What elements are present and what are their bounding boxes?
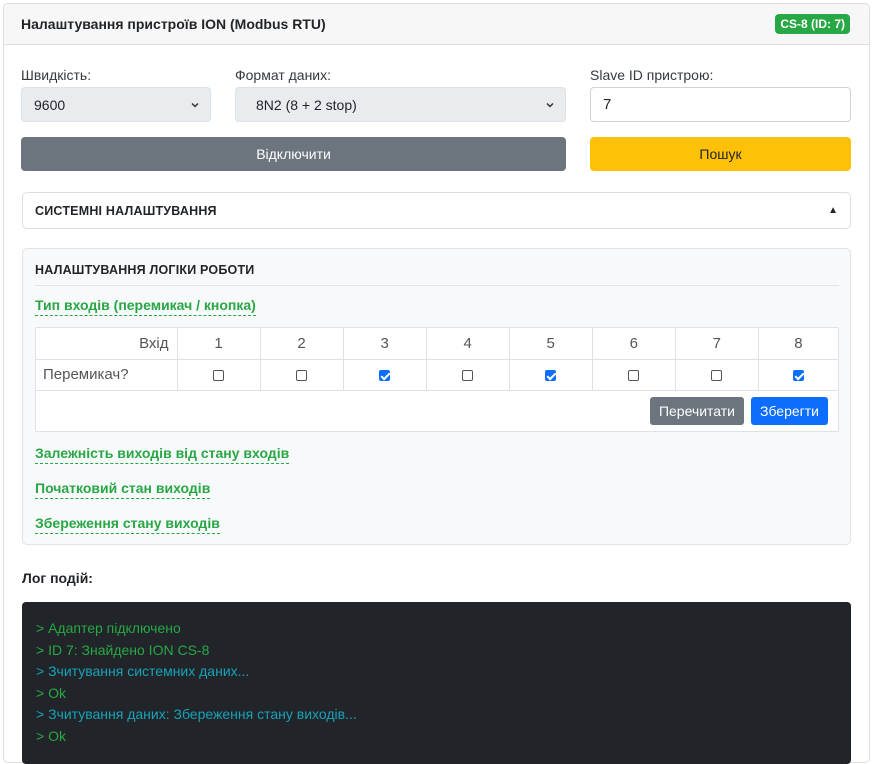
page-title: Налаштування пристроїв ION (Modbus RTU) xyxy=(21,16,326,32)
log-line: > Ok xyxy=(36,684,66,701)
device-badge: CS-8 (ID: 7) xyxy=(775,14,850,34)
switch-checkbox-7[interactable] xyxy=(711,369,723,381)
input-type-table: Вхід 1 2 3 4 5 6 7 8 Перемикач? Перечита… xyxy=(35,327,839,432)
format-label: Формат даних: xyxy=(235,67,332,83)
column-header-7: 7 xyxy=(675,328,759,360)
switch-checkbox-4[interactable] xyxy=(462,369,474,381)
output-state-saving-link[interactable]: Збереження стану виходів xyxy=(35,515,220,534)
column-header-4: 4 xyxy=(426,328,510,360)
log-line: > Адаптер підключено xyxy=(36,620,181,636)
column-header-6: 6 xyxy=(592,328,676,360)
logic-settings-title: НАЛАШТУВАННЯ ЛОГІКИ РОБОТИ xyxy=(35,263,255,277)
input-type-link[interactable]: Тип входів (перемикач / кнопка) xyxy=(35,297,256,316)
system-settings-title: СИСТЕМНІ НАЛАШТУВАННЯ xyxy=(35,203,217,218)
chevron-down-icon xyxy=(191,102,199,108)
speed-select[interactable]: 9600 xyxy=(21,87,211,122)
table-header-row: Вхід 1 2 3 4 5 6 7 8 xyxy=(36,328,838,360)
switch-checkbox-2[interactable] xyxy=(296,369,308,381)
speed-select-value: 9600 xyxy=(34,96,66,113)
column-header-8: 8 xyxy=(758,328,838,360)
slave-id-value: 7 xyxy=(603,96,612,113)
device-settings-card: Налаштування пристроїв ION (Modbus RTU) … xyxy=(3,3,870,764)
initial-output-state-link[interactable]: Початковий стан виходів xyxy=(35,480,211,499)
event-log: > Адаптер підключено > ID 7: Знайдено IO… xyxy=(22,602,851,764)
log-title: Лог подій: xyxy=(22,570,93,586)
log-line: > Зчитування даних: Збереження стану вих… xyxy=(36,706,357,722)
switch-checkbox-8[interactable] xyxy=(792,369,804,381)
speed-label: Швидкість: xyxy=(21,67,92,83)
logic-settings-panel: НАЛАШТУВАННЯ ЛОГІКИ РОБОТИ Тип входів (п… xyxy=(22,248,851,545)
switch-checkbox-3[interactable] xyxy=(379,369,391,381)
chevron-down-icon xyxy=(546,102,554,108)
column-header-5: 5 xyxy=(509,328,593,360)
collapse-up-icon: ▲ xyxy=(828,205,838,216)
row-label-switch: Перемикач? xyxy=(36,359,178,391)
table-actions: Перечитати Зберегти xyxy=(36,391,838,431)
reread-button[interactable]: Перечитати xyxy=(649,396,744,425)
system-settings-toggle[interactable]: СИСТЕМНІ НАЛАШТУВАННЯ ▲ xyxy=(22,192,851,229)
format-select[interactable]: 8N2 (8 + 2 stop) xyxy=(235,87,566,122)
log-line: > Ok xyxy=(36,727,66,744)
column-header-1: 1 xyxy=(177,328,261,360)
slave-id-label: Slave ID пристрою: xyxy=(590,67,714,83)
column-header-2: 2 xyxy=(260,328,344,360)
divider xyxy=(35,285,839,286)
switch-checkbox-5[interactable] xyxy=(545,369,557,381)
disconnect-button[interactable]: Відключити xyxy=(21,137,566,171)
format-select-value: 8N2 (8 + 2 stop) xyxy=(256,96,357,113)
card-header: Налаштування пристроїв ION (Modbus RTU) … xyxy=(4,4,869,45)
save-button[interactable]: Зберегти xyxy=(750,396,828,425)
log-line: > ID 7: Знайдено ION CS-8 xyxy=(36,641,210,658)
switch-checkbox-6[interactable] xyxy=(628,369,640,381)
column-header-input: Вхід xyxy=(36,328,178,360)
output-dependency-link[interactable]: Залежність виходів від стану входів xyxy=(35,445,290,464)
switch-checkbox-1[interactable] xyxy=(213,369,225,381)
column-header-3: 3 xyxy=(343,328,427,360)
log-line: > Зчитування системних даних... xyxy=(36,663,250,679)
slave-id-input[interactable]: 7 xyxy=(590,87,851,122)
search-button[interactable]: Пошук xyxy=(590,137,851,171)
table-row: Перемикач? xyxy=(36,359,838,391)
